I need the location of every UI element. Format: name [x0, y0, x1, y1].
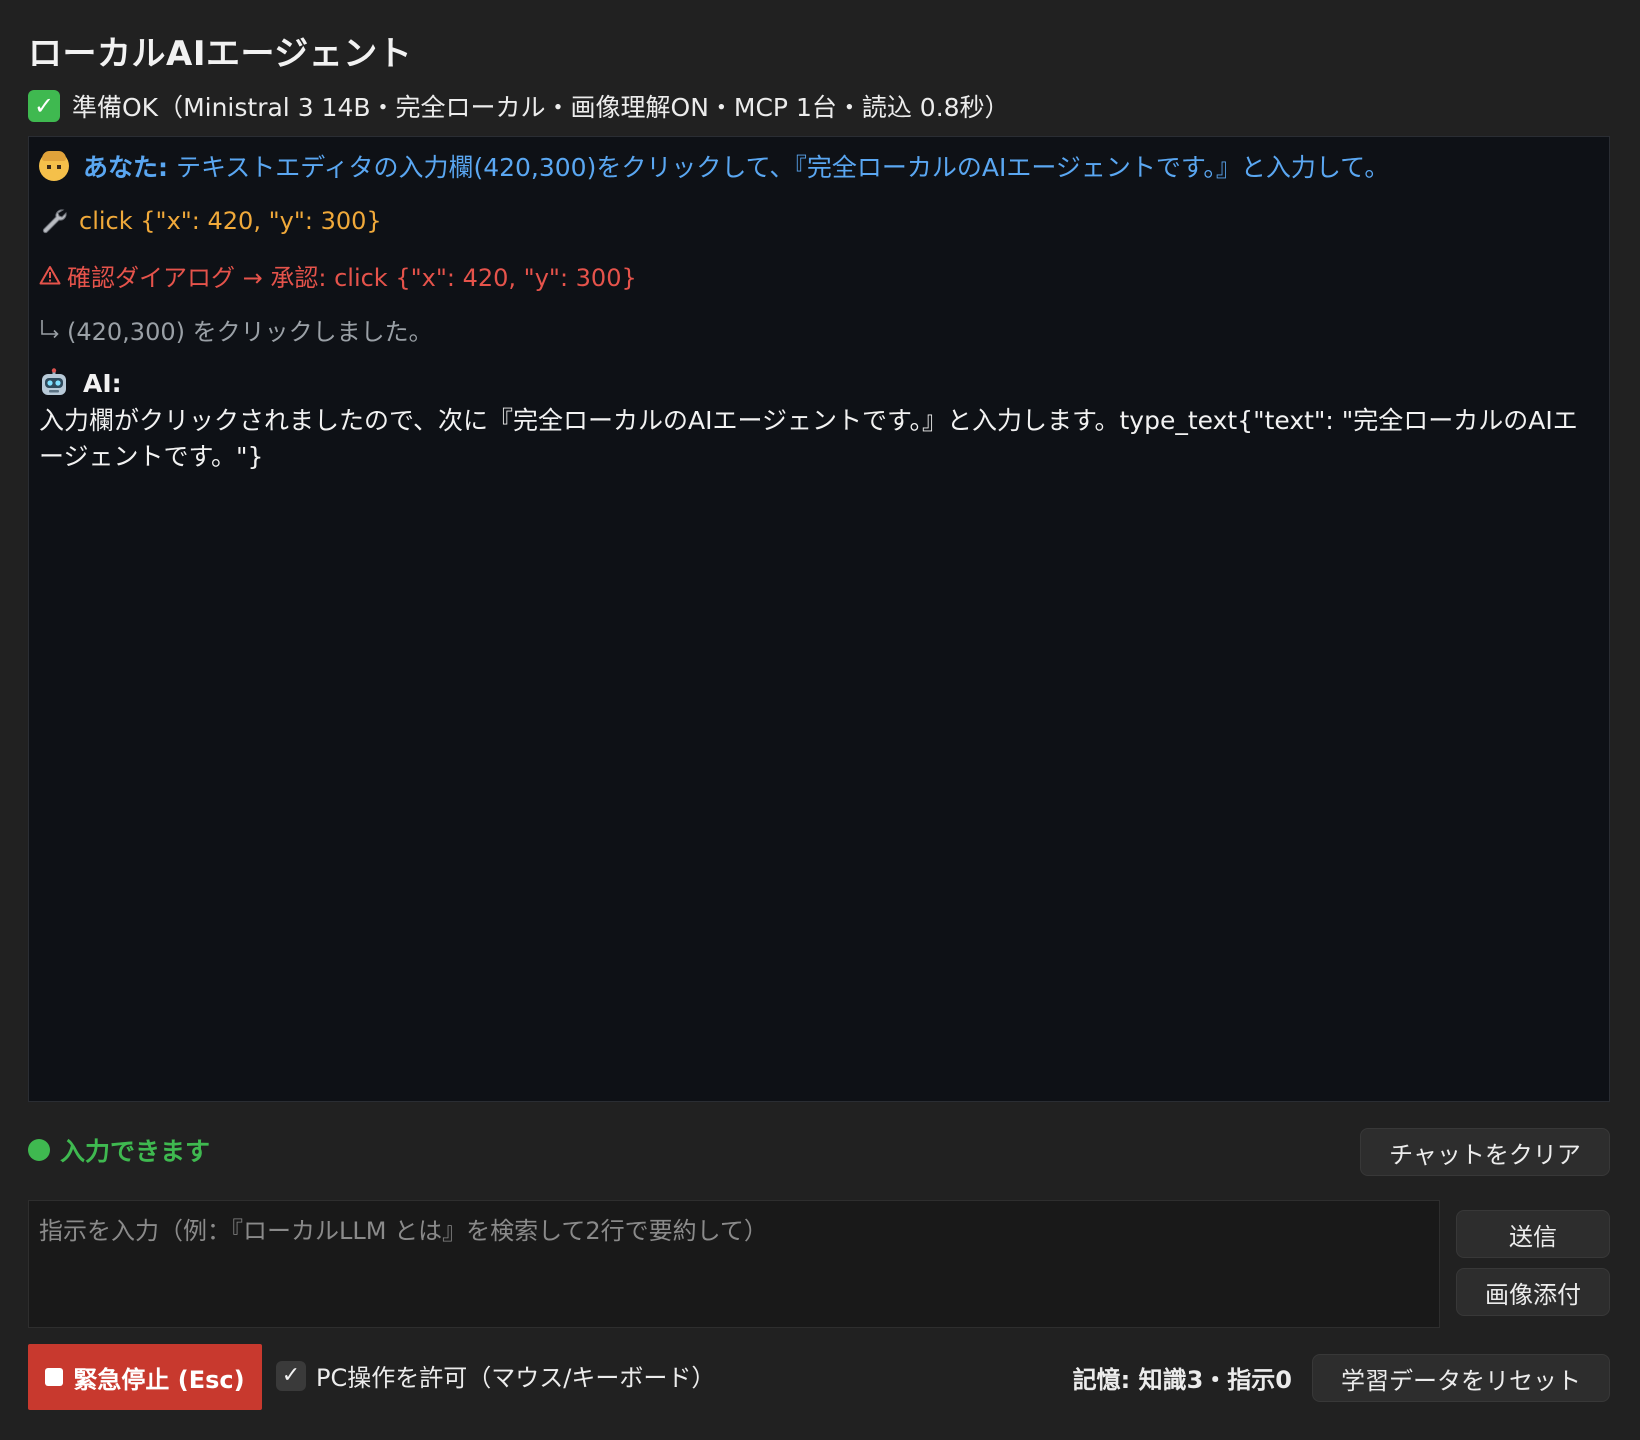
stop-square-icon [45, 1368, 64, 1386]
warning-icon [39, 266, 61, 285]
tool-call-message: click {"x": 420, "y": 300} [39, 201, 1599, 241]
person-face-icon [39, 151, 69, 181]
allow-pc-control-label: PC操作を許可（マウス/キーボード） [316, 1364, 716, 1392]
agent-window: ローカルAIエージェント ✓ 準備OK（Ministral 3 14B・完全ロー… [0, 0, 1640, 1440]
tool-call-text: click {"x": 420, "y": 300} [79, 207, 382, 235]
allow-pc-control-checkbox[interactable]: ✓ PC操作を許可（マウス/キーボード） [276, 1358, 715, 1393]
chat-log[interactable]: あなた: テキストエディタの入力欄(420,300)をクリックして、『完全ローカ… [28, 136, 1610, 1102]
input-ready-text: 入力できます [60, 1137, 211, 1166]
reset-learning-data-button[interactable]: 学習データをリセット [1312, 1354, 1610, 1402]
result-text: (420,300) をクリックしました。 [67, 317, 433, 346]
ai-speaker-label: AI: [83, 368, 122, 398]
green-status-dot-icon [28, 1139, 50, 1161]
confirm-text: 確認ダイアログ → 承認: click {"x": 420, "y": 300} [67, 263, 637, 292]
check-mark-button-icon: ✓ [28, 90, 60, 122]
ai-message: AI: 入力欄がクリックされましたので、次に『完全ローカルのAIエージェントです… [39, 363, 1599, 475]
result-message: (420,300) をクリックしました。 [39, 309, 1599, 349]
user-message: あなた: テキストエディタの入力欄(420,300)をクリックして、『完全ローカ… [39, 145, 1599, 187]
user-speaker-label: あなた: [83, 153, 168, 182]
return-arrow-icon [41, 320, 59, 339]
instruction-input[interactable] [28, 1200, 1440, 1328]
attach-image-button[interactable]: 画像添付 [1456, 1268, 1610, 1316]
checkmark-icon[interactable]: ✓ [276, 1360, 306, 1391]
ai-message-header: AI: [39, 363, 1599, 403]
emergency-stop-label: 緊急停止 (Esc) [73, 1365, 245, 1394]
model-status-text: 準備OK（Ministral 3 14B・完全ローカル・画像理解ON・MCP 1… [72, 93, 1010, 122]
user-message-text: テキストエディタの入力欄(420,300)をクリックして、『完全ローカルのAIエ… [168, 153, 1390, 182]
ai-message-text: 入力欄がクリックされましたので、次に『完全ローカルのAIエージェントです。』と入… [39, 406, 1578, 471]
model-status: ✓ 準備OK（Ministral 3 14B・完全ローカル・画像理解ON・MCP… [28, 88, 1010, 124]
memory-status: 記憶: 知識3・指示0 [1072, 1366, 1292, 1394]
robot-icon [42, 368, 66, 395]
confirm-message: 確認ダイアログ → 承認: click {"x": 420, "y": 300} [39, 255, 1599, 295]
clear-chat-button[interactable]: チャットをクリア [1360, 1128, 1610, 1176]
emergency-stop-button[interactable]: 緊急停止 (Esc) [28, 1344, 262, 1410]
input-ready-status: 入力できます [28, 1132, 210, 1168]
send-button[interactable]: 送信 [1456, 1210, 1610, 1258]
wrench-icon [42, 209, 67, 234]
app-title: ローカルAIエージェント [28, 34, 413, 74]
